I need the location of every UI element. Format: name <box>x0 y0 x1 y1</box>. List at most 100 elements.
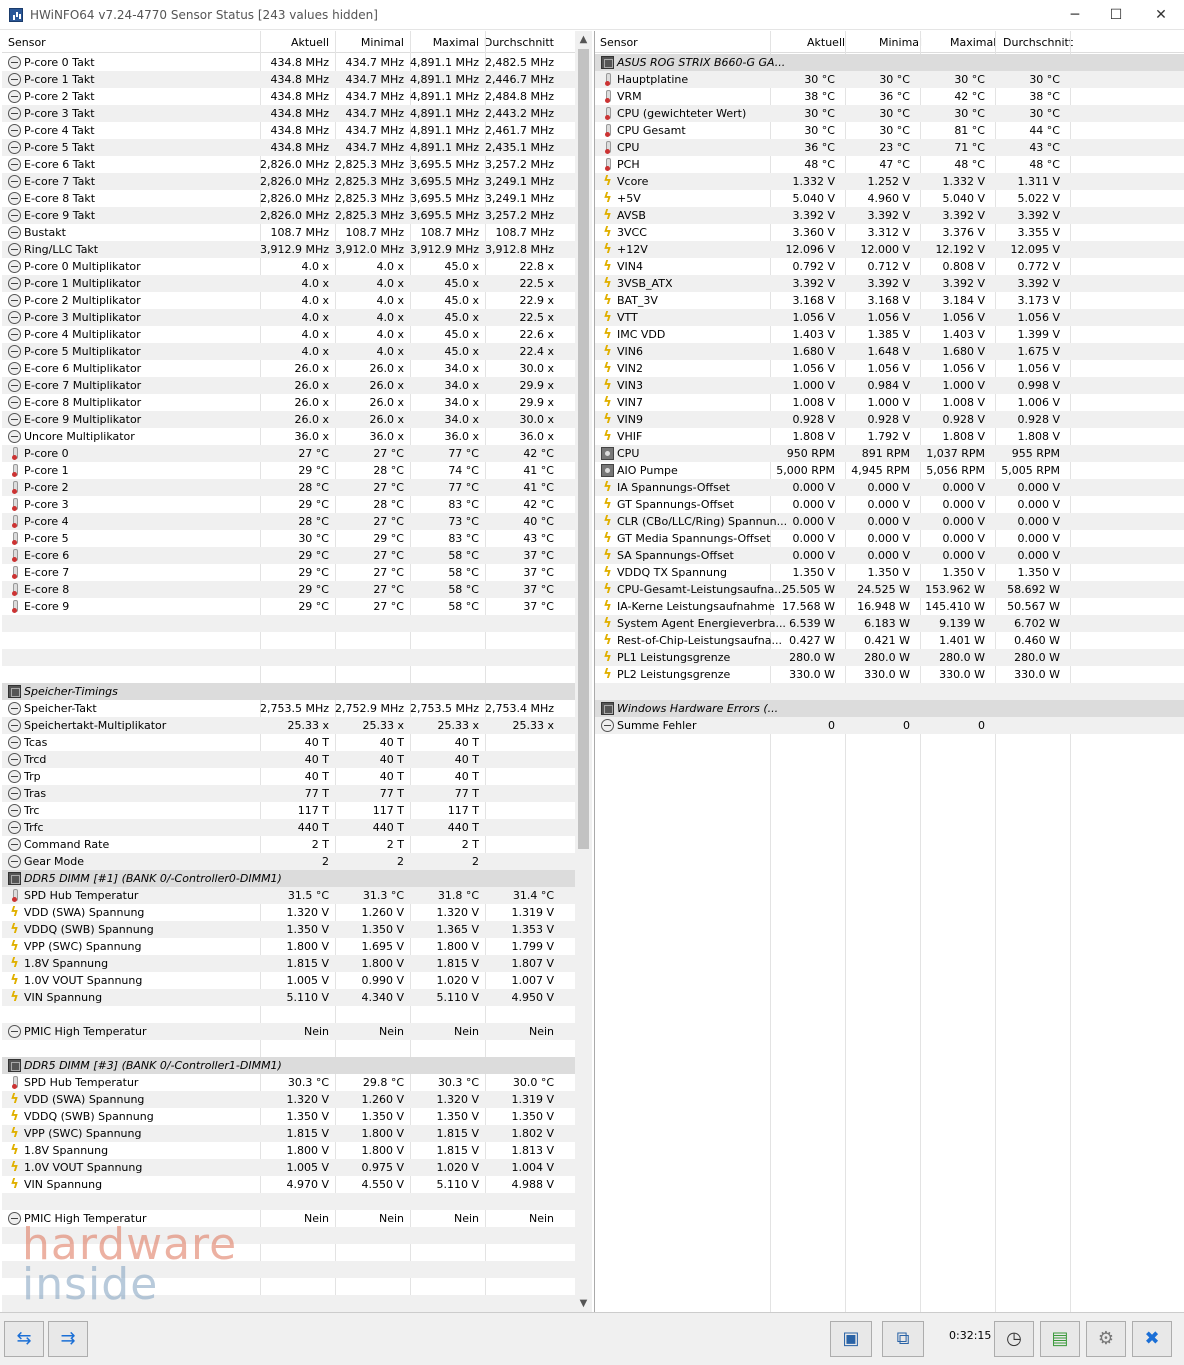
sensor-row[interactable]: ϟ VTT 1.056 V 1.056 V 1.056 V 1.056 V <box>595 309 1184 326</box>
clock-icon[interactable]: ◷ <box>994 1321 1034 1357</box>
sensor-row[interactable]: ϟ CLR (CBo/LLC/Ring) Spannun... 0.000 V 0.0… <box>595 513 1184 530</box>
sensor-row[interactable]: E-core 6 Takt 2,826.0 MHz 2,825.3 MHz 3,695… <box>2 156 575 173</box>
col-max[interactable]: Maximal <box>433 36 479 49</box>
scroll-thumb[interactable] <box>578 49 589 849</box>
sensor-row[interactable]: VRM 38 °C 36 °C 42 °C 38 °C <box>595 88 1184 105</box>
sensor-row[interactable]: ϟ PL1 Leistungsgrenze 280.0 W 280.0 W 280.0 … <box>595 649 1184 666</box>
sensor-row[interactable]: ϟ 3VCC 3.360 V 3.312 V 3.376 V 3.355 V <box>595 224 1184 241</box>
sensor-row[interactable]: E-core 9 Takt 2,826.0 MHz 2,825.3 MHz 3,695… <box>2 207 575 224</box>
sensor-row[interactable]: ϟ VPP (SWC) Spannung 1.800 V 1.695 V 1.800 V… <box>2 938 575 955</box>
sensor-row[interactable]: E-core 7 Multiplikator 26.0 x 26.0 x 34.0 x… <box>2 377 575 394</box>
sensor-row[interactable]: ϟ VDDQ TX Spannung 1.350 V 1.350 V 1.350 V 1.… <box>595 564 1184 581</box>
col-sensor[interactable]: Sensor <box>8 36 46 49</box>
sensor-row[interactable]: ϟ IMC VDD 1.403 V 1.385 V 1.403 V 1.399 V <box>595 326 1184 343</box>
sensor-row[interactable]: P-core 1 29 °C 28 °C 74 °C 41 °C <box>2 462 575 479</box>
sensor-row[interactable]: ϟ VHIF 1.808 V 1.792 V 1.808 V 1.808 V <box>595 428 1184 445</box>
sensor-row[interactable]: Trcd 40 T 40 T 40 T <box>2 751 575 768</box>
sensor-row[interactable]: CPU Gesamt 30 °C 30 °C 81 °C 44 °C <box>595 122 1184 139</box>
sensor-row[interactable]: E-core 7 Takt 2,826.0 MHz 2,825.3 MHz 3,695… <box>2 173 575 190</box>
sensor-row[interactable]: P-core 1 Takt 434.8 MHz 434.7 MHz 4,891.1 M… <box>2 71 575 88</box>
sensor-row[interactable]: Ring/LLC Takt 3,912.9 MHz 3,912.0 MHz 3,912… <box>2 241 575 258</box>
sensor-row[interactable]: ϟ VPP (SWC) Spannung 1.815 V 1.800 V 1.815 V… <box>2 1125 575 1142</box>
sensor-row[interactable]: ϟ VIN2 1.056 V 1.056 V 1.056 V 1.056 V <box>595 360 1184 377</box>
sensor-row[interactable]: ϟ VIN7 1.008 V 1.000 V 1.008 V 1.006 V <box>595 394 1184 411</box>
sensor-row[interactable]: P-core 5 Multiplikator 4.0 x 4.0 x 45.0 x 22… <box>2 343 575 360</box>
sensor-row[interactable]: P-core 4 Takt 434.8 MHz 434.7 MHz 4,891.1 M… <box>2 122 575 139</box>
sensor-row[interactable]: P-core 2 Multiplikator 4.0 x 4.0 x 45.0 x 22… <box>2 292 575 309</box>
sensor-row[interactable]: E-core 6 Multiplikator 26.0 x 26.0 x 34.0 x… <box>2 360 575 377</box>
sensor-row[interactable]: Tcas 40 T 40 T 40 T <box>2 734 575 751</box>
col-avg[interactable]: Durchschnitt <box>1003 36 1073 49</box>
sensor-row[interactable]: CPU (gewichteter Wert) 30 °C 30 °C 30 °C 30 … <box>595 105 1184 122</box>
sensor-row[interactable]: CPU 36 °C 23 °C 71 °C 43 °C <box>595 139 1184 156</box>
sensor-row[interactable]: ϟ Rest-of-Chip-Leistungsaufna... 0.427 W 0.… <box>595 632 1184 649</box>
arrows-left-right-icon[interactable]: ⇆ <box>4 1321 44 1357</box>
sensor-row[interactable]: CPU 950 RPM 891 RPM 1,037 RPM 955 RPM <box>595 445 1184 462</box>
col-sensor[interactable]: Sensor <box>600 36 638 49</box>
sensor-row[interactable]: ϟ +5V 5.040 V 4.960 V 5.040 V 5.022 V <box>595 190 1184 207</box>
gear-icon[interactable]: ⚙ <box>1086 1321 1126 1357</box>
sensor-group-row[interactable]: ASUS ROG STRIX B660-G GA... <box>595 54 1184 71</box>
col-min[interactable]: Minimal <box>361 36 404 49</box>
sensor-group-row[interactable]: Speicher-Timings <box>2 683 575 700</box>
minimize-button[interactable]: ─ <box>1052 0 1098 30</box>
sensor-group-row[interactable]: DDR5 DIMM [#1] (BANK 0/-Controller0-DIMM… <box>2 870 575 887</box>
sensor-row[interactable]: P-core 3 Multiplikator 4.0 x 4.0 x 45.0 x 22… <box>2 309 575 326</box>
sensor-row[interactable]: ϟ BAT_3V 3.168 V 3.168 V 3.184 V 3.173 V <box>595 292 1184 309</box>
sensor-row[interactable]: ϟ VDDQ (SWB) Spannung 1.350 V 1.350 V 1.365 … <box>2 921 575 938</box>
sensor-row[interactable]: ϟ 1.0V VOUT Spannung 1.005 V 0.975 V 1.020 V… <box>2 1159 575 1176</box>
sensor-row[interactable]: ϟ IA-Kerne Leistungsaufnahme 17.568 W 16.94… <box>595 598 1184 615</box>
sensor-row[interactable]: SPD Hub Temperatur 31.5 °C 31.3 °C 31.8 °C 3… <box>2 887 575 904</box>
sensor-row[interactable]: E-core 8 29 °C 27 °C 58 °C 37 °C <box>2 581 575 598</box>
arrows-converge-icon[interactable]: ⇉ <box>48 1321 88 1357</box>
sensor-row[interactable]: ϟ GT Spannungs-Offset 0.000 V 0.000 V 0.000 … <box>595 496 1184 513</box>
sensor-row[interactable]: ϟ VIN6 1.680 V 1.648 V 1.680 V 1.675 V <box>595 343 1184 360</box>
sensor-row[interactable]: ϟ Vcore 1.332 V 1.252 V 1.332 V 1.311 V <box>595 173 1184 190</box>
sensor-row[interactable]: P-core 3 29 °C 28 °C 83 °C 42 °C <box>2 496 575 513</box>
sensor-row[interactable]: ϟ +12V 12.096 V 12.000 V 12.192 V 12.095 V <box>595 241 1184 258</box>
sensor-row[interactable]: Hauptplatine 30 °C 30 °C 30 °C 30 °C <box>595 71 1184 88</box>
sensor-row[interactable]: ϟ 1.8V Spannung 1.800 V 1.800 V 1.815 V 1.813… <box>2 1142 575 1159</box>
sensor-row[interactable]: Summe Fehler 0 0 0 <box>595 717 1184 734</box>
sensor-row[interactable]: ϟ 1.8V Spannung 1.815 V 1.800 V 1.815 V 1.807… <box>2 955 575 972</box>
sensor-row[interactable]: SPD Hub Temperatur 30.3 °C 29.8 °C 30.3 °C 3… <box>2 1074 575 1091</box>
sensor-row[interactable]: Speichertakt-Multiplikator 25.33 x 25.33 x… <box>2 717 575 734</box>
sensor-row[interactable]: E-core 8 Multiplikator 26.0 x 26.0 x 34.0 x… <box>2 394 575 411</box>
sensor-row[interactable]: ϟ VDDQ (SWB) Spannung 1.350 V 1.350 V 1.350 … <box>2 1108 575 1125</box>
sensor-row[interactable]: Trc 117 T 117 T 117 T <box>2 802 575 819</box>
sensor-row[interactable]: ϟ 1.0V VOUT Spannung 1.005 V 0.990 V 1.020 V… <box>2 972 575 989</box>
sensor-row[interactable]: Command Rate 2 T 2 T 2 T <box>2 836 575 853</box>
sensor-row[interactable]: Uncore Multiplikator 36.0 x 36.0 x 36.0 x 36… <box>2 428 575 445</box>
sensor-row[interactable]: E-core 9 Multiplikator 26.0 x 26.0 x 34.0 x… <box>2 411 575 428</box>
sensor-row[interactable]: PCH 48 °C 47 °C 48 °C 48 °C <box>595 156 1184 173</box>
sensor-row[interactable]: E-core 6 29 °C 27 °C 58 °C 37 °C <box>2 547 575 564</box>
sensor-row[interactable]: E-core 7 29 °C 27 °C 58 °C 37 °C <box>2 564 575 581</box>
sensor-row[interactable]: P-core 0 27 °C 27 °C 77 °C 42 °C <box>2 445 575 462</box>
col-max[interactable]: Maximal <box>950 36 996 49</box>
sensor-row[interactable]: ϟ AVSB 3.392 V 3.392 V 3.392 V 3.392 V <box>595 207 1184 224</box>
sensor-row[interactable]: P-core 3 Takt 434.8 MHz 434.7 MHz 4,891.1 M… <box>2 105 575 122</box>
sensor-row[interactable]: ϟ IA Spannungs-Offset 0.000 V 0.000 V 0.000 … <box>595 479 1184 496</box>
sensor-row[interactable]: PMIC High Temperatur Nein Nein Nein Nein <box>2 1023 575 1040</box>
sensor-row[interactable]: Trp 40 T 40 T 40 T <box>2 768 575 785</box>
col-current[interactable]: Aktuell <box>807 36 845 49</box>
sensor-row[interactable]: ϟ VIN4 0.792 V 0.712 V 0.808 V 0.772 V <box>595 258 1184 275</box>
sensor-row[interactable]: ϟ VIN9 0.928 V 0.928 V 0.928 V 0.928 V <box>595 411 1184 428</box>
sensor-row[interactable]: ϟ CPU-Gesamt-Leistungsaufna... 25.505 W 24.… <box>595 581 1184 598</box>
close-button[interactable]: ✕ <box>1138 0 1184 30</box>
maximize-button[interactable]: ☐ <box>1093 0 1139 30</box>
close-x-icon[interactable]: ✖ <box>1132 1321 1172 1357</box>
scroll-up-icon[interactable]: ▲ <box>575 31 592 48</box>
monitor-icon[interactable]: ▣ <box>830 1321 872 1357</box>
sensor-group-row[interactable]: DDR5 DIMM [#3] (BANK 0/-Controller1-DIMM… <box>2 1057 575 1074</box>
sensor-row[interactable]: ϟ GT Media Spannungs-Offset 0.000 V 0.000 V… <box>595 530 1184 547</box>
col-min[interactable]: Minimal <box>879 36 922 49</box>
scroll-down-icon[interactable]: ▼ <box>575 1295 592 1312</box>
sensor-row[interactable]: ϟ System Agent Energieverbra... 6.539 W 6.1… <box>595 615 1184 632</box>
sensor-row[interactable]: ϟ VDD (SWA) Spannung 1.320 V 1.260 V 1.320 V… <box>2 1091 575 1108</box>
vertical-scrollbar[interactable]: ▲ ▼ <box>575 31 592 1312</box>
sensor-row[interactable]: Trfc 440 T 440 T 440 T <box>2 819 575 836</box>
sensor-row[interactable]: P-core 4 28 °C 27 °C 73 °C 40 °C <box>2 513 575 530</box>
sensor-row[interactable]: E-core 9 29 °C 27 °C 58 °C 37 °C <box>2 598 575 615</box>
sensor-row[interactable]: ϟ VDD (SWA) Spannung 1.320 V 1.260 V 1.320 V… <box>2 904 575 921</box>
